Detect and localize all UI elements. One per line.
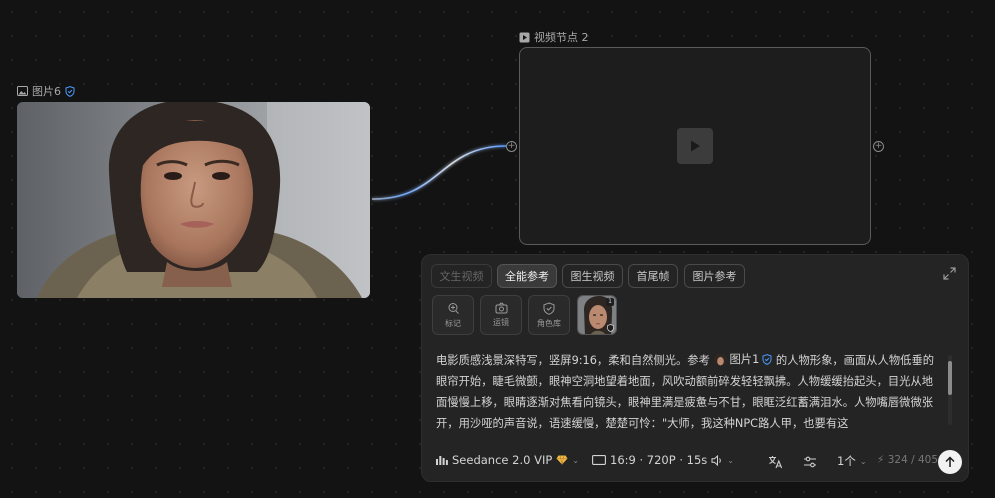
tool-camera-button[interactable]: 运镜 (480, 295, 522, 335)
video-node-title: 视频节点 2 (534, 31, 589, 44)
video-input-port[interactable]: + (506, 141, 517, 152)
count-chevron-down-icon: ⌄ (859, 456, 867, 466)
translate-icon[interactable] (768, 455, 783, 469)
video-output-port[interactable]: + (873, 141, 884, 152)
shield-icon (543, 301, 555, 315)
model-selector[interactable]: Seedance 2.0 VIP ⌄ (436, 453, 579, 467)
tool-character-library-label: 角色库 (537, 318, 561, 328)
lightning-icon: ⚡ (877, 454, 885, 466)
play-icon (691, 140, 700, 152)
model-bars-icon (436, 456, 448, 465)
generation-panel: 文生视频 全能参考 图生视频 首尾帧 图片参考 标记 运镜 角色库 1 电影质感… (421, 254, 969, 482)
verified-shield-icon (65, 85, 75, 97)
video-node[interactable] (519, 47, 871, 245)
image-node-label: 图片6 (17, 83, 75, 99)
reference-shield-icon (607, 324, 614, 332)
aspect-ratio-icon (592, 455, 606, 465)
arrow-up-icon (945, 456, 955, 467)
marker-plus-icon (448, 302, 459, 314)
adjust-sliders-icon[interactable] (803, 456, 817, 468)
video-node-label: 视频节点 2 (519, 29, 589, 45)
model-chevron-down-icon: ⌄ (572, 455, 579, 465)
mention-avatar (713, 353, 727, 366)
settings-chevron-down-icon: ⌄ (727, 455, 734, 465)
image-mention-chip[interactable]: 图片1 (713, 349, 773, 370)
model-name: Seedance 2.0 VIP (452, 453, 553, 467)
speaker-icon (711, 454, 722, 466)
output-count-selector[interactable]: 1个 ⌄ (837, 453, 867, 469)
portrait-image (17, 102, 370, 298)
tool-character-library-button[interactable]: 角色库 (528, 295, 570, 335)
prompt-textarea[interactable]: 电影质感浅景深特写，竖屏9:16，柔和自然侧光。参考 图片1 的人物形象，画面从… (436, 349, 944, 433)
image-node[interactable] (17, 102, 370, 298)
prompt-scrollbar-thumb[interactable] (948, 361, 952, 395)
video-settings-selector[interactable]: 16:9 · 720P · 15s ⌄ (592, 453, 734, 467)
tab-first-last-frame[interactable]: 首尾帧 (628, 264, 678, 288)
reference-index-badge: 1 (606, 298, 614, 306)
send-button[interactable] (938, 450, 962, 474)
tab-image-to-video[interactable]: 图生视频 (562, 264, 623, 288)
tab-image-reference[interactable]: 图片参考 (684, 264, 745, 288)
credit-counter: ⚡ 324 / 405 (877, 454, 938, 466)
prompt-scrollbar[interactable] (948, 355, 952, 425)
expand-icon[interactable] (943, 267, 956, 280)
camera-icon (495, 302, 507, 314)
video-icon (519, 32, 530, 42)
tool-marker-button[interactable]: 标记 (432, 295, 474, 335)
image-node-title: 图片6 (32, 85, 61, 98)
tab-omni-reference[interactable]: 全能参考 (497, 264, 557, 288)
credit-counter-value: 324 / 405 (887, 454, 939, 466)
mention-label: 图片1 (729, 353, 760, 366)
tool-marker-label: 标记 (445, 318, 461, 328)
mention-verified-icon (762, 354, 772, 365)
tab-text-to-video[interactable]: 文生视频 (431, 264, 492, 288)
play-button[interactable] (677, 128, 713, 164)
image-icon (17, 86, 28, 96)
prompt-text-part1: 电影质感浅景深特写，竖屏9:16，柔和自然侧光。参考 (436, 354, 710, 367)
reference-image-thumbnail[interactable]: 1 (577, 295, 617, 335)
tool-camera-label: 运镜 (493, 318, 509, 327)
vip-diamond-icon (556, 455, 568, 465)
video-settings-value: 16:9 · 720P · 15s (610, 453, 708, 467)
output-count-value: 1个 (837, 454, 856, 468)
